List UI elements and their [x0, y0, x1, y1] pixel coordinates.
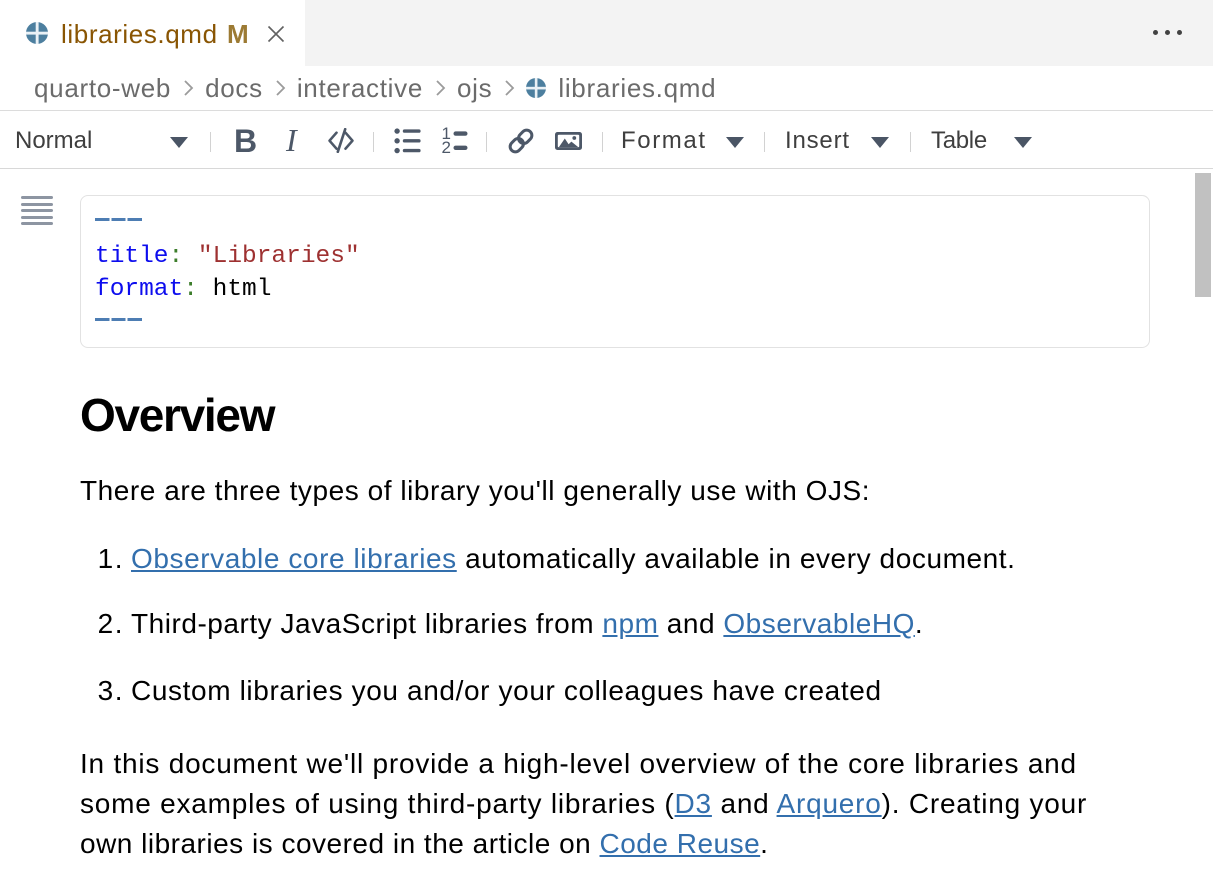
svg-text:2: 2 [442, 138, 451, 156]
